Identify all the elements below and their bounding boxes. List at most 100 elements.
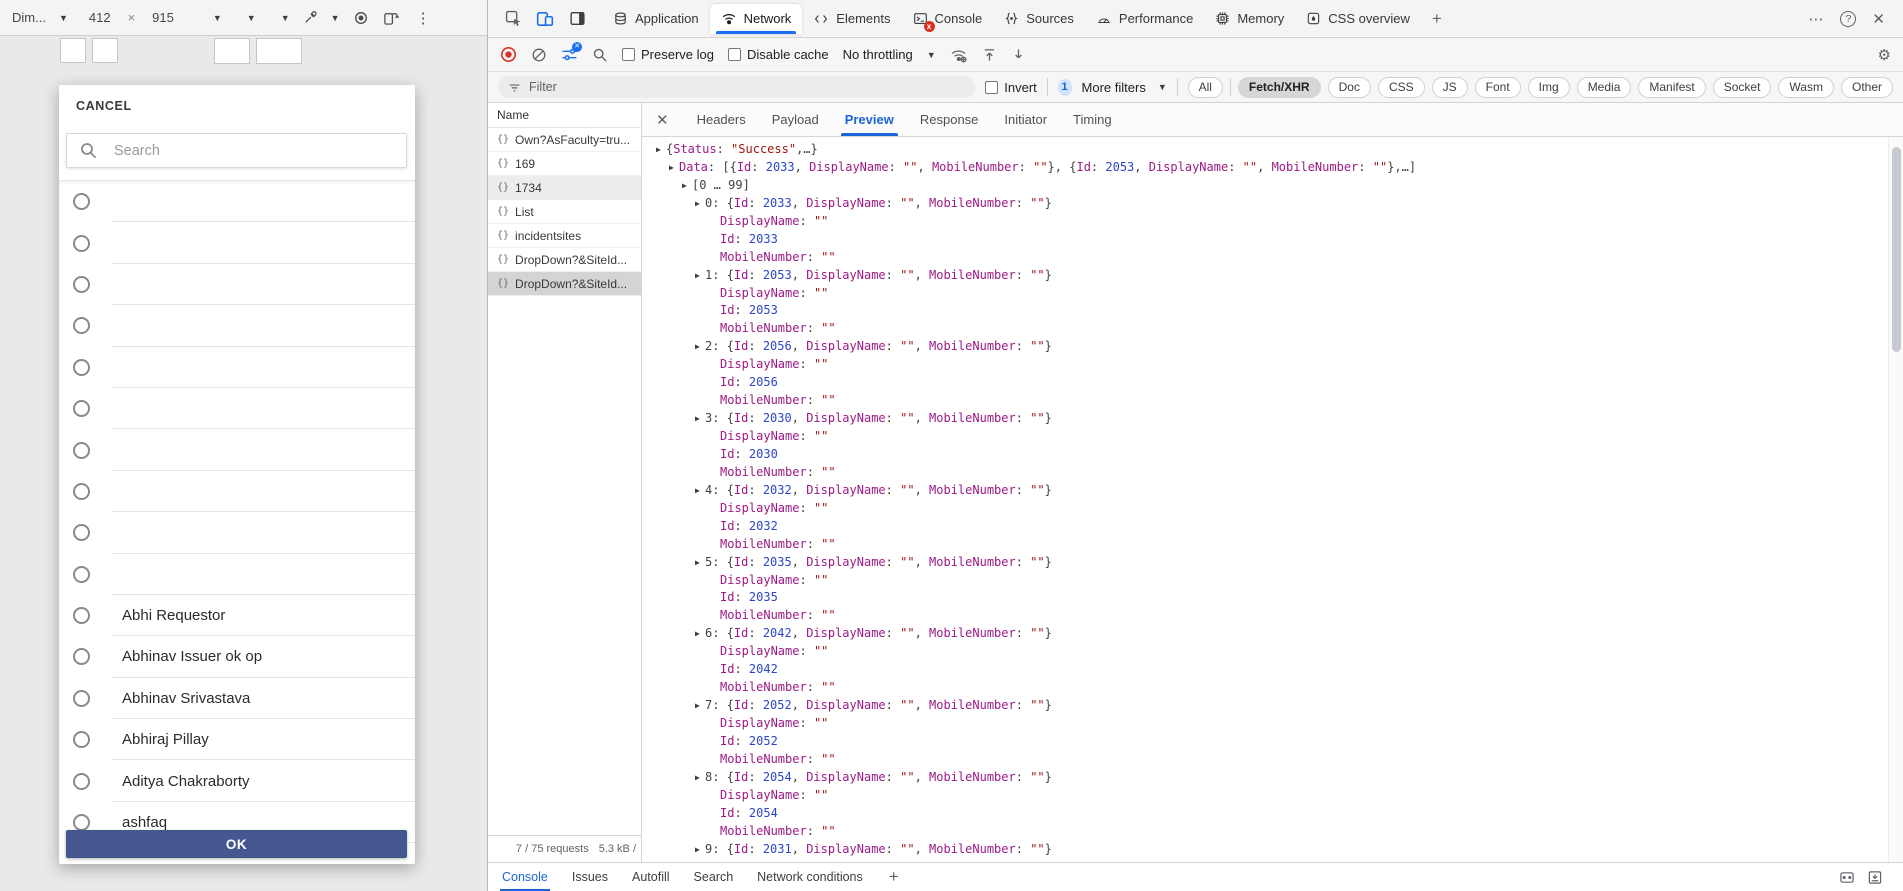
radio-button[interactable] (73, 731, 90, 748)
filter-chip-font[interactable]: Font (1475, 77, 1521, 98)
device-preset-label[interactable]: Dim... (12, 10, 46, 25)
person-row-empty[interactable] (59, 222, 415, 263)
help-icon[interactable]: ? (1840, 11, 1856, 27)
ok-button[interactable]: OK (66, 830, 407, 858)
filter-chip-socket[interactable]: Socket (1713, 77, 1772, 98)
tree-node-entry-3[interactable]: ▶3: {Id: 2030, DisplayName: "", MobileNu… (642, 410, 1903, 428)
export-har-icon[interactable] (1011, 47, 1026, 63)
filter-toggle-icon[interactable]: ✕ (561, 46, 578, 63)
request-row[interactable]: {}1734 (488, 176, 641, 200)
tab-sources[interactable]: Sources (993, 4, 1085, 34)
record-network-log-icon[interactable] (500, 46, 517, 63)
import-har-icon[interactable] (982, 47, 997, 63)
network-conditions-icon[interactable] (950, 47, 968, 63)
disable-cache-checkbox[interactable]: Disable cache (728, 47, 829, 62)
eye-icon[interactable] (353, 10, 369, 26)
search-box[interactable] (66, 133, 407, 168)
close-detail-icon[interactable]: ✕ (656, 111, 669, 129)
filter-chip-img[interactable]: Img (1528, 77, 1570, 98)
more-options-icon[interactable]: ⋯ (1808, 10, 1824, 28)
drawer-tab-network-conditions[interactable]: Network conditions (757, 863, 863, 891)
tab-performance[interactable]: Performance (1085, 4, 1204, 34)
new-tab-button[interactable]: + (1423, 9, 1451, 29)
person-row-empty[interactable] (59, 512, 415, 553)
radio-button[interactable] (73, 442, 90, 459)
filter-input-pill[interactable] (498, 76, 975, 98)
name-column-header[interactable]: Name (488, 103, 641, 128)
radio-button[interactable] (73, 607, 90, 624)
tab-network[interactable]: Network (710, 4, 803, 34)
detail-tab-headers[interactable]: Headers (697, 103, 746, 136)
request-row[interactable]: {}incidentsites (488, 224, 641, 248)
tab-application[interactable]: Application (602, 4, 710, 34)
drawer-tab-search[interactable]: Search (694, 863, 734, 891)
preserve-log-checkbox[interactable]: Preserve log (622, 47, 714, 62)
tab-elements[interactable]: Elements (802, 4, 901, 34)
filter-chip-media[interactable]: Media (1577, 77, 1632, 98)
clear-network-log-icon[interactable] (531, 47, 547, 63)
device-width-value[interactable]: 412 (89, 10, 111, 25)
person-row-abhiraj-pillay[interactable]: Abhiraj Pillay (59, 719, 415, 760)
drawer-tab-autofill[interactable]: Autofill (632, 863, 670, 891)
search-network-icon[interactable] (592, 47, 608, 63)
tree-node-entry-5[interactable]: ▶5: {Id: 2035, DisplayName: "", MobileNu… (642, 554, 1903, 572)
tree-node-entry-2[interactable]: ▶2: {Id: 2056, DisplayName: "", MobileNu… (642, 338, 1903, 356)
eyedropper-icon[interactable] (303, 10, 318, 25)
person-row-empty[interactable] (59, 429, 415, 470)
tree-node-entry-6[interactable]: ▶6: {Id: 2042, DisplayName: "", MobileNu… (642, 625, 1903, 643)
detail-tab-payload[interactable]: Payload (772, 103, 819, 136)
preview-scrollbar[interactable] (1888, 137, 1903, 862)
filter-chip-js[interactable]: JS (1432, 77, 1468, 98)
person-row-empty[interactable] (59, 554, 415, 595)
request-row[interactable]: {}Own?AsFaculty=tru... (488, 128, 641, 152)
request-row[interactable]: {}DropDown?&SiteId... (488, 272, 641, 296)
tree-node-entry-9[interactable]: ▶9: {Id: 2031, DisplayName: "", MobileNu… (642, 841, 1903, 859)
filter-chip-css[interactable]: CSS (1378, 77, 1425, 98)
filter-chip-manifest[interactable]: Manifest (1638, 77, 1705, 98)
chevron-down-icon[interactable]: ▼ (281, 13, 290, 23)
tree-node-entry-8[interactable]: ▶8: {Id: 2054, DisplayName: "", MobileNu… (642, 769, 1903, 787)
kebab-menu-icon[interactable]: ⋮ (416, 9, 431, 27)
tree-node-data[interactable]: ▶Data: [{Id: 2033, DisplayName: "", Mobi… (642, 159, 1903, 177)
detail-tab-initiator[interactable]: Initiator (1004, 103, 1047, 136)
radio-button[interactable] (73, 317, 90, 334)
request-row[interactable]: {}169 (488, 152, 641, 176)
person-row-empty[interactable] (59, 347, 415, 388)
chevron-down-icon[interactable]: ▼ (247, 13, 256, 23)
dock-side-icon[interactable] (562, 5, 592, 33)
network-settings-gear-icon[interactable]: ⚙ (1878, 46, 1891, 64)
radio-button[interactable] (73, 400, 90, 417)
scrollbar-thumb[interactable] (1892, 147, 1901, 352)
filter-chip-fetch-xhr[interactable]: Fetch/XHR (1238, 77, 1321, 98)
person-row-abhi-requestor[interactable]: Abhi Requestor (59, 595, 415, 636)
radio-button[interactable] (73, 648, 90, 665)
filter-chip-all[interactable]: All (1188, 77, 1223, 98)
device-height-value[interactable]: 915 (152, 10, 174, 25)
request-row[interactable]: {}DropDown?&SiteId... (488, 248, 641, 272)
close-devtools-icon[interactable]: ✕ (1872, 10, 1885, 28)
rotate-device-icon[interactable] (382, 10, 399, 25)
person-row-empty[interactable] (59, 388, 415, 429)
radio-button[interactable] (73, 814, 90, 831)
person-row-abhinav-issuer-ok-op[interactable]: Abhinav Issuer ok op (59, 636, 415, 677)
tab-console[interactable]: Consolex (902, 4, 994, 34)
radio-button[interactable] (73, 773, 90, 790)
person-row-empty[interactable] (59, 471, 415, 512)
filter-chip-doc[interactable]: Doc (1328, 77, 1371, 98)
tab-css-overview[interactable]: CSS overview (1295, 4, 1421, 34)
tree-node-root[interactable]: ▶{Status: "Success",…} (642, 141, 1903, 159)
chevron-down-icon[interactable]: ▼ (213, 13, 222, 23)
filter-chip-wasm[interactable]: Wasm (1778, 77, 1834, 98)
drawer-new-tab-button[interactable]: + (887, 867, 901, 887)
drawer-tab-console[interactable]: Console (502, 863, 548, 891)
detail-tab-preview[interactable]: Preview (845, 103, 894, 136)
drawer-tab-issues[interactable]: Issues (572, 863, 608, 891)
throttling-dropdown[interactable]: No throttling▼ (843, 47, 936, 62)
search-input[interactable] (114, 143, 394, 159)
radio-button[interactable] (73, 690, 90, 707)
inspect-element-icon[interactable] (498, 5, 528, 33)
filter-chip-other[interactable]: Other (1841, 77, 1893, 98)
person-row-empty[interactable] (59, 305, 415, 346)
chevron-down-icon[interactable]: ▼ (59, 13, 68, 23)
radio-button[interactable] (73, 276, 90, 293)
